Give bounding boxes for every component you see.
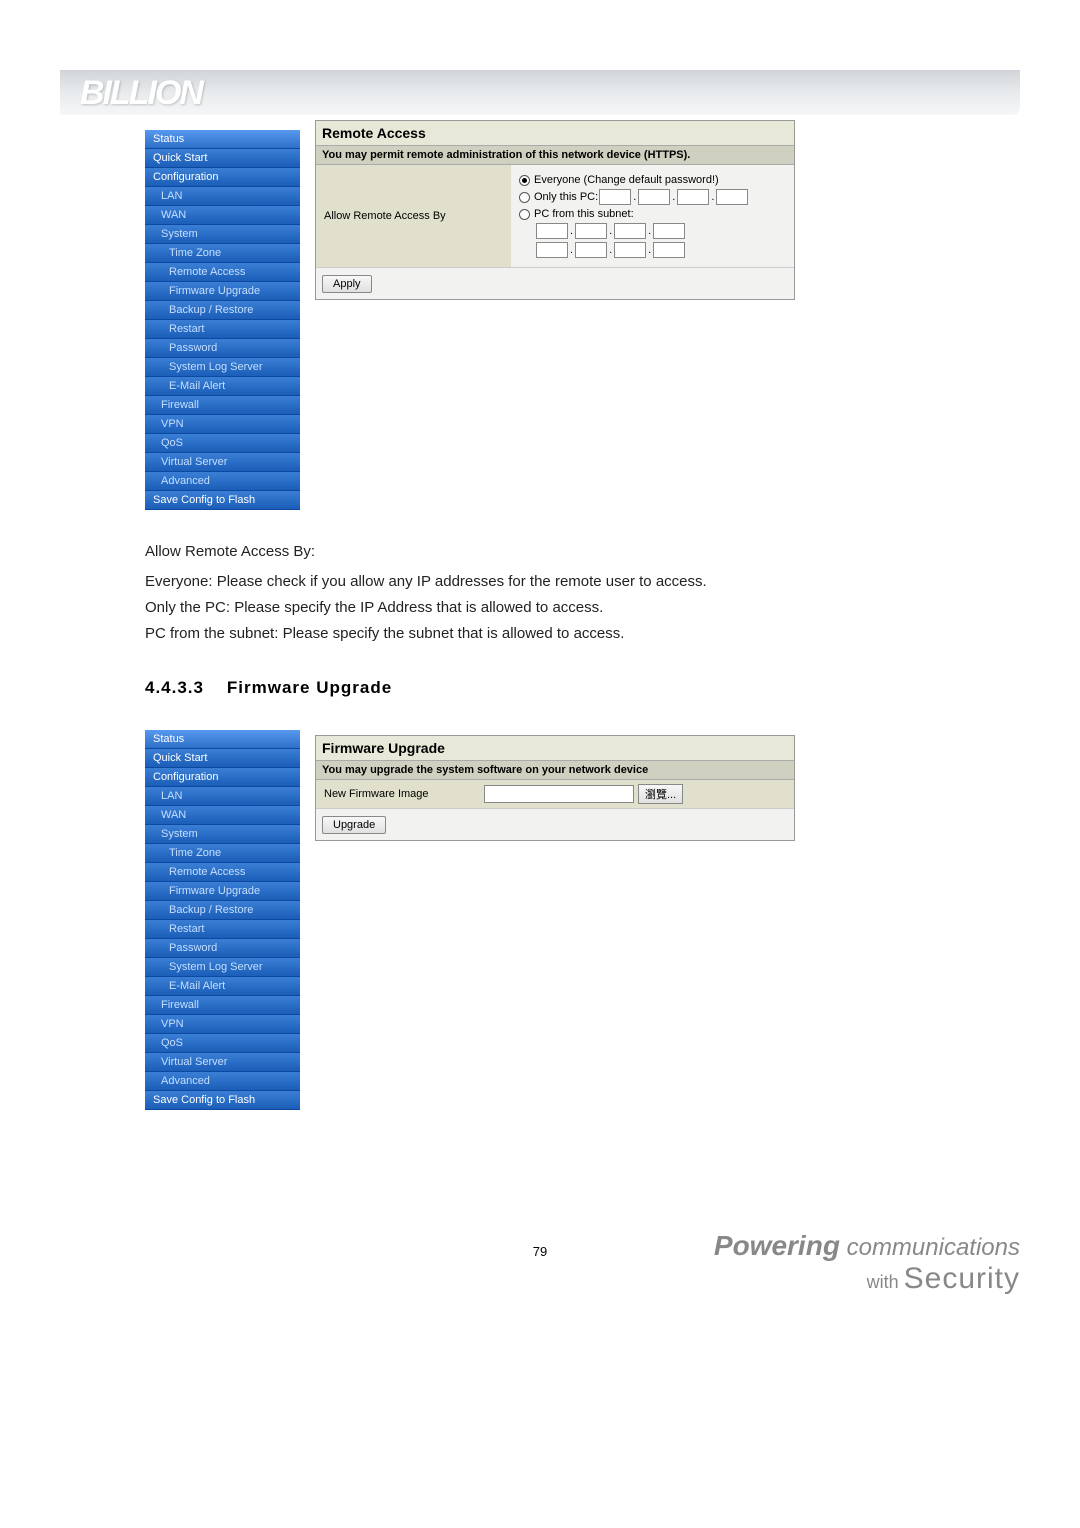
nav-password[interactable]: Password (145, 939, 300, 958)
panel-footer: Apply (316, 267, 794, 299)
ip-octet-input[interactable] (575, 223, 607, 239)
nav-configuration[interactable]: Configuration (145, 768, 300, 787)
nav-status[interactable]: Status (145, 130, 300, 149)
doc-line-4: PC from the subnet: Please specify the s… (145, 622, 945, 646)
radio-group: Everyone (Change default password!) Only… (511, 165, 794, 267)
ip-octet-input[interactable] (536, 223, 568, 239)
radio-label: PC from this subnet: (534, 208, 634, 220)
brand-logo: BILLION (80, 74, 202, 113)
header-banner (60, 70, 1020, 115)
nav-system-log-server[interactable]: System Log Server (145, 958, 300, 977)
nav-virtual-server[interactable]: Virtual Server (145, 453, 300, 472)
row-label: Allow Remote Access By (316, 165, 511, 267)
nav-firewall[interactable]: Firewall (145, 396, 300, 415)
radio-label: Everyone (Change default password!) (534, 174, 719, 186)
nav-status[interactable]: Status (145, 730, 300, 749)
panel-title: Firmware Upgrade (316, 736, 794, 760)
nav-virtual-server[interactable]: Virtual Server (145, 1053, 300, 1072)
ip-octet-input[interactable] (614, 223, 646, 239)
nav-vpn[interactable]: VPN (145, 1015, 300, 1034)
footer-with: with (867, 1272, 899, 1292)
ip-octet-input[interactable] (614, 242, 646, 258)
section-number: 4.4.3.3 (145, 678, 204, 697)
ip-octet-input[interactable] (653, 223, 685, 239)
ip-octet-input[interactable] (638, 189, 670, 205)
section-title: Firmware Upgrade (227, 678, 392, 697)
nav-time-zone[interactable]: Time Zone (145, 244, 300, 263)
ip-octet-input[interactable] (653, 242, 685, 258)
nav-password[interactable]: Password (145, 339, 300, 358)
firmware-file-input[interactable] (484, 785, 634, 803)
nav-configuration[interactable]: Configuration (145, 168, 300, 187)
firmware-upgrade-panel: Firmware Upgrade You may upgrade the sys… (315, 735, 795, 841)
nav-save-config[interactable]: Save Config to Flash (145, 1091, 300, 1110)
nav-backup-restore[interactable]: Backup / Restore (145, 301, 300, 320)
sidebar-nav-2: Status Quick Start Configuration LAN WAN… (145, 730, 300, 1110)
footer-logo: Powering communications with Security (714, 1230, 1020, 1296)
doc-line-3: Only the PC: Please specify the IP Addre… (145, 596, 945, 620)
nav-email-alert[interactable]: E-Mail Alert (145, 377, 300, 396)
subnet-ip-row: . . . (519, 223, 786, 239)
panel-body: Allow Remote Access By Everyone (Change … (316, 165, 794, 267)
ip-octet-input[interactable] (716, 189, 748, 205)
nav-time-zone[interactable]: Time Zone (145, 844, 300, 863)
panel-subtitle: You may upgrade the system software on y… (316, 760, 794, 780)
nav-wan[interactable]: WAN (145, 806, 300, 825)
sidebar-nav-1: Status Quick Start Configuration LAN WAN… (145, 130, 300, 510)
nav-system[interactable]: System (145, 825, 300, 844)
radio-label: Only this PC: (534, 191, 598, 203)
nav-quick-start[interactable]: Quick Start (145, 749, 300, 768)
row-label: New Firmware Image (324, 788, 484, 800)
nav-firmware-upgrade[interactable]: Firmware Upgrade (145, 282, 300, 301)
panel-subtitle: You may permit remote administration of … (316, 145, 794, 165)
nav-qos[interactable]: QoS (145, 1034, 300, 1053)
remote-access-panel: Remote Access You may permit remote admi… (315, 120, 795, 300)
subnet-mask-row: . . . (519, 242, 786, 258)
nav-system-log-server[interactable]: System Log Server (145, 358, 300, 377)
ip-octet-input[interactable] (677, 189, 709, 205)
nav-email-alert[interactable]: E-Mail Alert (145, 977, 300, 996)
doc-line-2: Everyone: Please check if you allow any … (145, 570, 945, 594)
nav-vpn[interactable]: VPN (145, 415, 300, 434)
radio-only-pc[interactable]: Only this PC: . . . (519, 189, 786, 205)
section-heading: 4.4.3.3 Firmware Upgrade (145, 678, 392, 698)
doc-line-1: Allow Remote Access By: (145, 540, 945, 564)
nav-advanced[interactable]: Advanced (145, 1072, 300, 1091)
firmware-row: New Firmware Image 瀏覽... (316, 780, 794, 808)
nav-backup-restore[interactable]: Backup / Restore (145, 901, 300, 920)
panel-title: Remote Access (316, 121, 794, 145)
nav-lan[interactable]: LAN (145, 187, 300, 206)
radio-icon (519, 209, 530, 220)
radio-everyone[interactable]: Everyone (Change default password!) (519, 174, 786, 186)
footer-powering: Powering (714, 1230, 840, 1261)
nav-firmware-upgrade[interactable]: Firmware Upgrade (145, 882, 300, 901)
upgrade-button[interactable]: Upgrade (322, 816, 386, 834)
radio-icon (519, 175, 530, 186)
nav-quick-start[interactable]: Quick Start (145, 149, 300, 168)
ip-octet-input[interactable] (536, 242, 568, 258)
footer-security: Security (904, 1262, 1020, 1295)
radio-subnet[interactable]: PC from this subnet: (519, 208, 786, 220)
nav-advanced[interactable]: Advanced (145, 472, 300, 491)
nav-firewall[interactable]: Firewall (145, 996, 300, 1015)
ip-octet-input[interactable] (599, 189, 631, 205)
nav-qos[interactable]: QoS (145, 434, 300, 453)
nav-remote-access[interactable]: Remote Access (145, 863, 300, 882)
nav-restart[interactable]: Restart (145, 320, 300, 339)
nav-wan[interactable]: WAN (145, 206, 300, 225)
nav-save-config[interactable]: Save Config to Flash (145, 491, 300, 510)
nav-restart[interactable]: Restart (145, 920, 300, 939)
ip-octet-input[interactable] (575, 242, 607, 258)
footer-communications: communications (847, 1234, 1020, 1261)
nav-remote-access[interactable]: Remote Access (145, 263, 300, 282)
nav-lan[interactable]: LAN (145, 787, 300, 806)
browse-button[interactable]: 瀏覽... (638, 784, 683, 804)
nav-system[interactable]: System (145, 225, 300, 244)
apply-button[interactable]: Apply (322, 275, 372, 293)
panel-footer: Upgrade (316, 808, 794, 840)
radio-icon (519, 192, 530, 203)
